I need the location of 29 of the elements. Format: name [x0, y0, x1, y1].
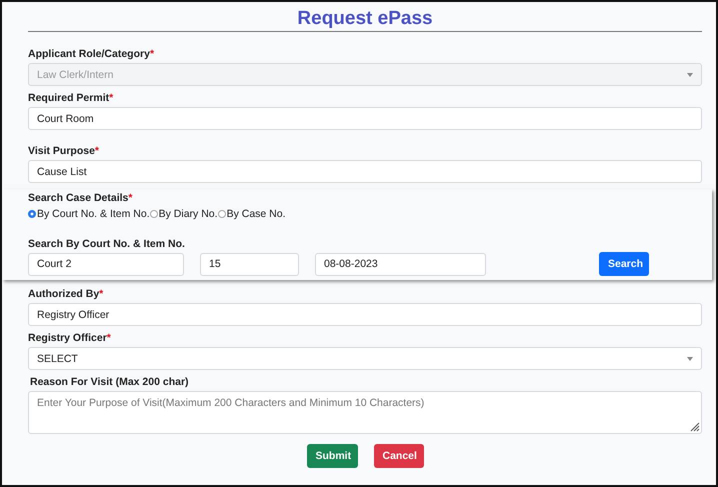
field-label: Registry Officer*	[28, 332, 112, 345]
caret-icon	[687, 72, 693, 76]
radio-option[interactable]: By Court No. & Item No.	[28, 208, 150, 220]
radio-icon[interactable]	[28, 210, 36, 218]
resize-grip-icon	[688, 420, 700, 432]
field-label: Search Case Details*	[28, 192, 134, 205]
page-title: Request ePass	[296, 8, 434, 31]
caret-icon	[687, 356, 693, 360]
input-field[interactable]: Registry Officer	[28, 303, 702, 326]
text-area[interactable]: Enter Your Purpose of Visit(Maximum 200 Characters and Minimum 10 Characters)	[28, 391, 702, 434]
input-field[interactable]: Court Room	[28, 107, 702, 130]
field-label: Applicant Role/Category*	[28, 48, 156, 61]
radio-icon[interactable]	[150, 210, 158, 218]
field-label: Authorized By*	[28, 288, 104, 301]
input-field[interactable]: 15	[200, 252, 299, 276]
input-field[interactable]: 08-08-2023	[315, 252, 486, 276]
cancel-button[interactable]: Cancel	[374, 444, 424, 468]
field-label: Search By Court No. & Item No.	[28, 238, 186, 251]
field-label: Visit Purpose*	[28, 145, 100, 158]
select-field[interactable]: SELECT	[28, 347, 702, 370]
search-button[interactable]: Search	[599, 252, 649, 276]
submit-button[interactable]: Submit	[306, 444, 358, 468]
input-field[interactable]: Cause List	[28, 160, 702, 183]
input-field[interactable]: Court 2	[28, 252, 184, 276]
radio-option[interactable]: By Case No.	[218, 208, 286, 220]
radio-option[interactable]: By Diary No.	[150, 208, 218, 220]
field-label: Required Permit*	[28, 92, 114, 105]
radio-icon[interactable]	[218, 210, 226, 218]
field-label: Reason For Visit (Max 200 char)	[30, 376, 190, 389]
